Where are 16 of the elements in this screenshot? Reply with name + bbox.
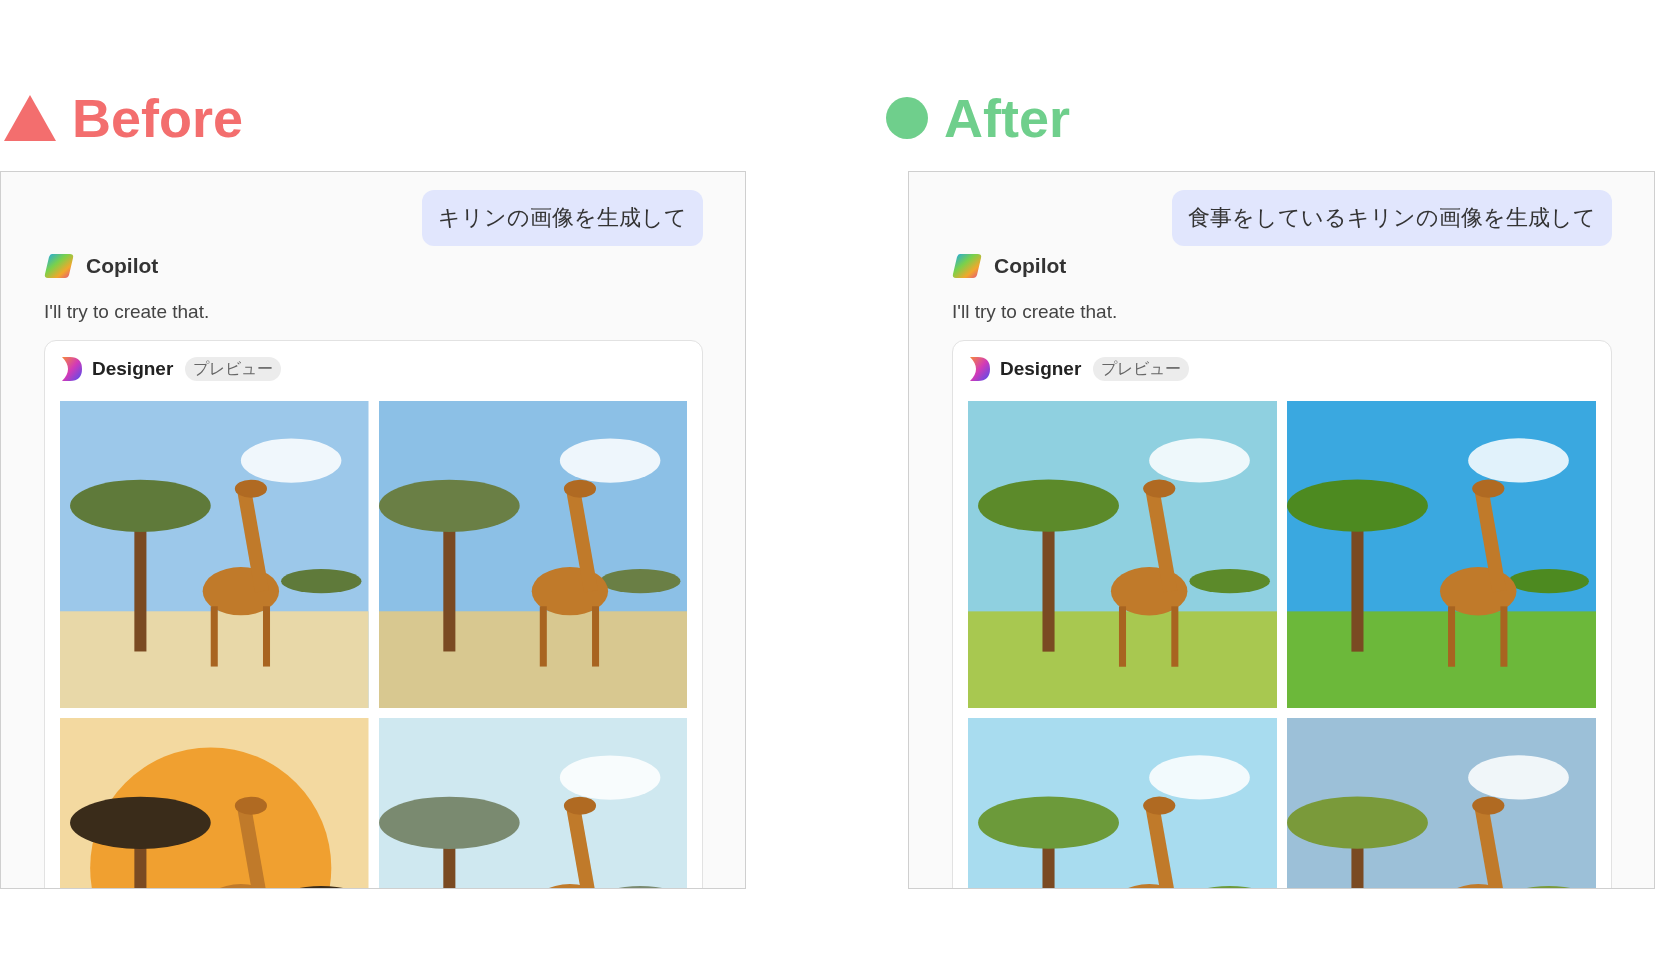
- heading: After: [944, 91, 1070, 145]
- heading: Before: [72, 91, 244, 145]
- copilot-logo-icon: [952, 251, 982, 280]
- prompt-bubble: キリンの画像を生成して: [422, 190, 703, 246]
- reply-text: I'll try to create that.: [44, 299, 211, 324]
- card-title: Designer: [92, 357, 174, 381]
- assistant-name: Copilot: [994, 253, 1067, 279]
- reply-text: I'll try to create that.: [952, 299, 1119, 324]
- designer-logo-icon: [968, 355, 992, 384]
- preview-badge: プレビュー: [185, 357, 282, 382]
- prompt-bubble: 食事をしているキリンの画像を生成して: [1172, 190, 1612, 246]
- assistant-name: Copilot: [86, 253, 159, 279]
- preview-badge: プレビュー: [1093, 357, 1190, 382]
- copilot-logo-icon: [44, 251, 74, 280]
- card-title: Designer: [1000, 357, 1082, 381]
- designer-logo-icon: [60, 355, 84, 384]
